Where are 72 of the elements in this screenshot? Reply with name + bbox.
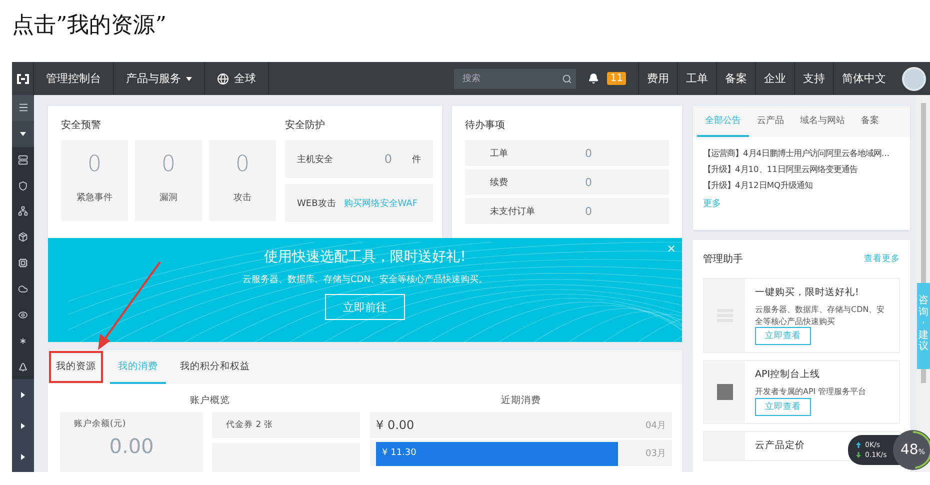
todo-row[interactable]: 未支付订单 0 bbox=[465, 198, 669, 224]
search-field[interactable]: 搜索 bbox=[454, 68, 576, 88]
eye-icon[interactable] bbox=[18, 310, 28, 320]
cloud-icon[interactable] bbox=[18, 284, 28, 294]
top-link[interactable]: 简体中文 bbox=[833, 62, 894, 95]
asterisk-icon[interactable] bbox=[18, 336, 28, 346]
arrow-down-icon bbox=[856, 452, 861, 458]
shield-icon[interactable] bbox=[18, 180, 28, 190]
card-title: 安全防护 bbox=[285, 118, 326, 132]
banner-subtitle: 云服务器、数据库、存储与CDN、安全等核心产品快速购买。 bbox=[242, 274, 488, 286]
todo-row[interactable]: 续费 0 bbox=[465, 169, 669, 195]
notice-link[interactable]: 【运营商】4月4日鹏博士用户访问阿里云各地域网... bbox=[693, 148, 910, 159]
tab[interactable]: 域名与网站 bbox=[792, 106, 853, 137]
notice-link[interactable]: 【升级】4月12日MQ升级通知 bbox=[693, 180, 910, 191]
server-icon[interactable] bbox=[18, 154, 28, 165]
caret-icon bbox=[186, 76, 192, 82]
avatar[interactable] bbox=[902, 66, 926, 90]
box-icon[interactable] bbox=[18, 232, 28, 242]
region-selector[interactable]: 全球 bbox=[205, 62, 269, 95]
notification-badge: 11 bbox=[607, 72, 626, 85]
item-title: API控制台上线 bbox=[755, 368, 820, 382]
balance-tile: 账户余额(元) 0.00 bbox=[60, 412, 203, 472]
tab[interactable]: 云产品 bbox=[749, 106, 792, 137]
stat-tile[interactable]: 0 攻击 bbox=[209, 140, 276, 221]
voucher-tile[interactable]: 代金券 2 张 bbox=[212, 412, 360, 438]
card-title: 安全预警 bbox=[61, 118, 102, 132]
image-placeholder bbox=[716, 384, 732, 400]
caret-icon bbox=[20, 130, 26, 137]
caret-icon bbox=[20, 454, 26, 460]
tree-icon[interactable] bbox=[18, 362, 28, 372]
row-value: 0 bbox=[384, 152, 392, 166]
item-description: 云服务器、数据库、存储与CDN、安全等核心产品快速购买 bbox=[755, 304, 886, 328]
logo-icon bbox=[16, 74, 30, 84]
search-icon bbox=[562, 74, 572, 84]
row-unit: 件 bbox=[412, 154, 421, 166]
spending-row: ¥ 11.30 03月 bbox=[370, 440, 672, 466]
top-link[interactable]: 支持 bbox=[794, 62, 833, 95]
caret-icon bbox=[20, 392, 26, 398]
card-title: 管理助手 bbox=[703, 252, 743, 266]
tab[interactable]: 我的积分和权益 bbox=[172, 350, 258, 384]
tab[interactable]: 备案 bbox=[853, 106, 887, 137]
stat-tile[interactable]: 0 紧急事件 bbox=[61, 140, 128, 221]
instruction-text: 点击”我的资源” bbox=[12, 12, 166, 40]
arrow-up-icon bbox=[856, 442, 861, 448]
top-link[interactable]: 费用 bbox=[638, 62, 677, 95]
top-link[interactable]: 备案 bbox=[716, 62, 755, 95]
notice-link[interactable]: 【升级】4月10、11日阿里云网络变更通告 bbox=[693, 164, 910, 175]
item-title: 云产品定价 bbox=[755, 438, 805, 452]
network-icon[interactable] bbox=[18, 206, 28, 216]
tab[interactable]: 我的资源 bbox=[48, 350, 104, 384]
section-title: 账户概览 bbox=[189, 394, 231, 407]
caret-icon bbox=[20, 422, 26, 429]
item-description: 开发者专属的API 管理服务平台 bbox=[755, 386, 868, 398]
month-label: 03月 bbox=[646, 448, 666, 460]
globe-icon bbox=[217, 72, 229, 84]
stat-tile[interactable]: 0 漏洞 bbox=[135, 140, 202, 221]
top-link[interactable]: 企业 bbox=[755, 62, 794, 95]
menu-icon[interactable] bbox=[18, 102, 28, 114]
bell-icon bbox=[588, 73, 600, 84]
row-label: 主机安全 bbox=[297, 154, 333, 166]
card-title: 待办事项 bbox=[465, 118, 506, 132]
top-link[interactable]: 工单 bbox=[677, 62, 716, 95]
month-label: 04月 bbox=[646, 420, 666, 432]
nav-link[interactable]: 管理控制台 bbox=[34, 62, 114, 95]
section-title: 近期消费 bbox=[500, 394, 542, 407]
item-title: 一键购买，限时送好礼! bbox=[755, 286, 859, 299]
todo-row[interactable]: 工单 0 bbox=[465, 140, 669, 166]
banner-title: 使用快速选配工具，限时送好礼! bbox=[264, 248, 466, 266]
spending-row: ¥ 0.00 04月 bbox=[370, 412, 672, 438]
row-label: WEB攻击 bbox=[297, 198, 336, 210]
chip-icon[interactable] bbox=[18, 258, 28, 268]
nav-menu[interactable]: 产品与服务 bbox=[114, 62, 205, 95]
